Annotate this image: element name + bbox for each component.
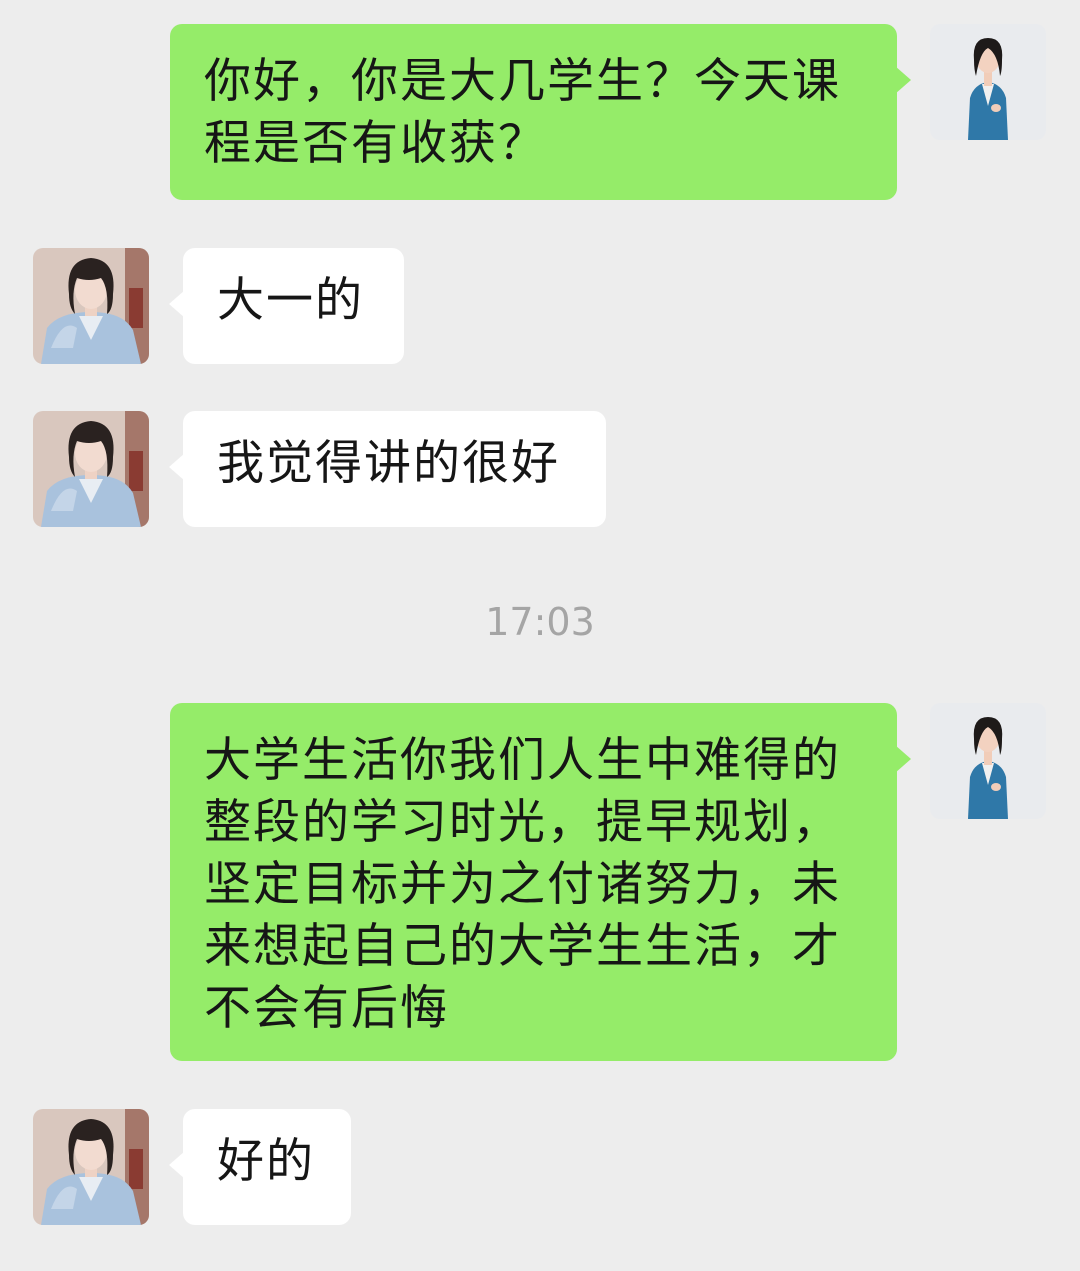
self-avatar[interactable]	[930, 24, 1046, 140]
contact-avatar[interactable]	[33, 1109, 149, 1225]
woman-in-blue-blazer-icon	[930, 24, 1046, 140]
self-avatar[interactable]	[930, 703, 1046, 819]
girl-in-denim-jacket-icon	[33, 411, 149, 527]
contact-avatar[interactable]	[33, 248, 149, 364]
message-bubble-received[interactable]: 大一的	[169, 248, 404, 364]
message-text: 好的	[217, 1134, 315, 1189]
girl-in-denim-jacket-icon	[33, 1109, 149, 1225]
message-timestamp: 17:03	[485, 600, 595, 644]
woman-in-blue-blazer-icon	[930, 703, 1046, 819]
message-text: 大学生活你我们人生中难得的整段的学习时光，提早规划，坚定目标并为之付诸努力，未来…	[204, 733, 841, 1036]
contact-avatar[interactable]	[33, 411, 149, 527]
message-bubble-received[interactable]: 好的	[169, 1109, 351, 1225]
girl-in-denim-jacket-icon	[33, 248, 149, 364]
message-text: 你好，你是大几学生？今天课程是否有收获？	[204, 54, 841, 171]
message-text: 我觉得讲的很好	[217, 436, 560, 491]
message-bubble-sent[interactable]: 大学生活你我们人生中难得的整段的学习时光，提早规划，坚定目标并为之付诸努力，未来…	[170, 703, 911, 1061]
message-bubble-sent[interactable]: 你好，你是大几学生？今天课程是否有收获？	[170, 24, 911, 200]
message-bubble-received[interactable]: 我觉得讲的很好	[169, 411, 606, 527]
message-text: 大一的	[217, 273, 364, 328]
